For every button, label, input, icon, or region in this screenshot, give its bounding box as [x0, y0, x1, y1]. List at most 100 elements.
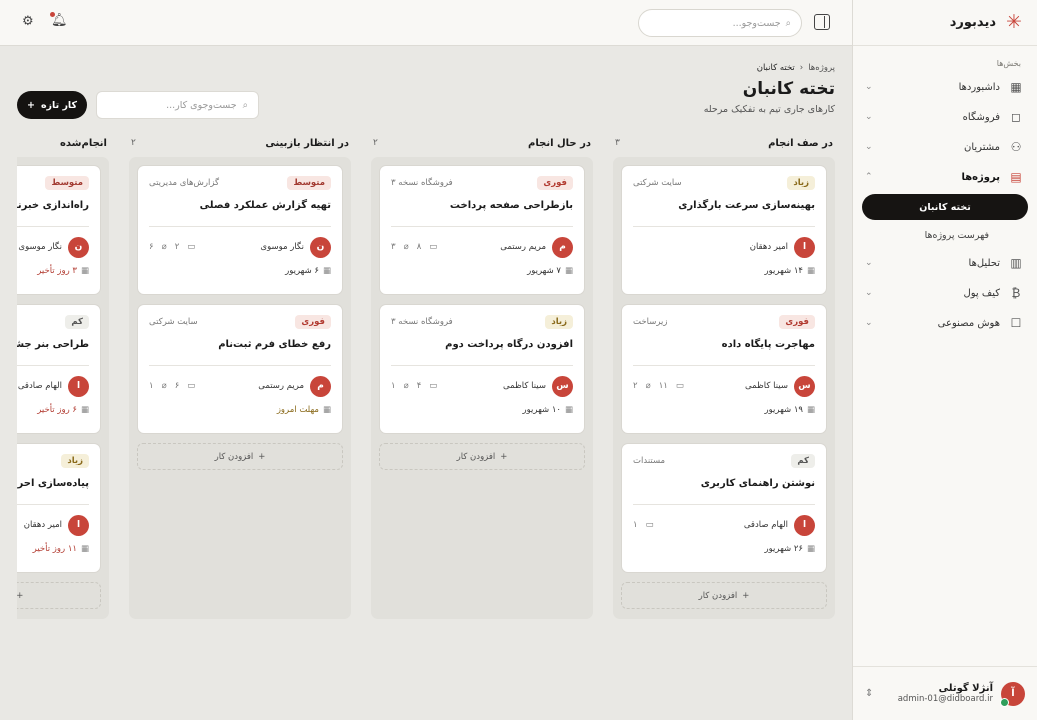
task-search-input[interactable]: ⌕ جست‌وجوی کار...: [96, 91, 259, 119]
due-date: ▦ ۱۹ شهریور: [633, 405, 815, 415]
avatar: س: [552, 375, 573, 397]
card-people: م مریم رستمی ▭ ۶ ⌀ ۱: [149, 375, 331, 397]
breadcrumb-projects[interactable]: پروژه‌ها: [808, 63, 835, 73]
priority-badge: زیاد: [545, 315, 573, 329]
due-date: ▦ ۱۱ روز تأخیر: [17, 544, 89, 554]
card-header: زیاد فروشگاه نسخه ۳: [391, 314, 573, 330]
sidebar-subitem-kanban[interactable]: تخته کانبان: [862, 194, 1028, 220]
sidebar-item-customers[interactable]: ⚇ مشتریان ⌄: [853, 132, 1037, 162]
avatar: ا: [68, 375, 89, 397]
card-header: فوری سایت شرکتی: [149, 314, 331, 330]
sidebar-subitem-project-list[interactable]: فهرست پروژه‌ها: [853, 222, 1037, 248]
search-placeholder: جست‌وجوی کار...: [166, 99, 237, 111]
add-task-button[interactable]: +افزودن کار: [17, 582, 101, 609]
sidebar-item-ai[interactable]: ☐ هوش مصنوعی ⌄: [853, 308, 1037, 338]
user-menu[interactable]: آ آنژلا گوتلی admin-01@didboard.ir ⇕: [853, 666, 1037, 720]
column-body: زیاد سایت شرکتی بهینه‌سازی سرعت بارگذاری…: [613, 157, 835, 619]
assignee-name: امیر دهقان: [23, 520, 62, 530]
task-card[interactable]: فوری سایت شرکتی رفع خطای فرم ثبت‌نام م م…: [137, 304, 343, 434]
task-card[interactable]: زیاد سایت شرکتی بهینه‌سازی سرعت بارگذاری…: [621, 165, 827, 295]
add-task-button[interactable]: +افزودن کار: [621, 582, 827, 609]
avatar: ا: [794, 236, 815, 258]
divider: [633, 226, 815, 227]
attachment-count: ۱: [391, 381, 396, 391]
task-card[interactable]: زیاد فروشگاه نسخه ۳ افزودن درگاه پرداخت …: [379, 304, 585, 434]
assignee-name: الهام صادقی: [17, 381, 62, 391]
card-header: زیاد: [17, 453, 89, 469]
sidebar-item-shop[interactable]: ◻ فروشگاه ⌄: [853, 102, 1037, 132]
new-task-label: کار تازه: [40, 99, 78, 111]
assignee: س سینا کاظمی: [503, 375, 573, 397]
attachment-count: ۲: [633, 381, 638, 391]
task-card[interactable]: کم طراحی بنر جشنواره ا الهام صادقی ▦ ۶ ر…: [17, 304, 101, 434]
kanban-board: در صف انجام ۳ زیاد سایت شرکتی بهینه‌سازی…: [17, 134, 835, 619]
due-date: ▦ ۱۰ شهریور: [391, 405, 573, 415]
column-header: انجام‌شده: [17, 134, 109, 152]
sidebar-item-label: کیف پول: [963, 287, 1000, 299]
project-name: گزارش‌های مدیریتی: [149, 178, 220, 188]
calendar-icon: ▦: [80, 405, 89, 415]
comment-icon: ▭: [675, 381, 684, 391]
due-date-text: ۶ روز تأخیر: [37, 405, 77, 415]
divider: [149, 226, 331, 227]
kanban-column: در صف انجام ۳ زیاد سایت شرکتی بهینه‌سازی…: [613, 134, 835, 619]
sidebar-item-analytics[interactable]: ▥ تحلیل‌ها ⌄: [853, 248, 1037, 278]
column-count: ۲: [373, 138, 378, 148]
topbar: ⌕ جست‌وجو... 🔔︎ ⚙: [0, 0, 852, 46]
comment-icon: ▭: [429, 381, 438, 391]
task-card[interactable]: متوسط راه‌اندازی خبرنامه ایمیلی ن نگار م…: [17, 165, 101, 295]
task-card[interactable]: فوری زیرساخت مهاجرت پایگاه داده س سینا ک…: [621, 304, 827, 434]
task-title: پیاده‌سازی احراز هویت: [17, 478, 89, 489]
breadcrumb: پروژه‌ها ‹ تخته کانبان: [757, 63, 835, 73]
assignee-name: الهام صادقی: [743, 520, 788, 530]
task-card[interactable]: متوسط گزارش‌های مدیریتی تهیه گزارش عملکر…: [137, 165, 343, 295]
calendar-icon: ▦: [564, 266, 573, 276]
plus-icon: +: [258, 451, 266, 462]
card-meta: ▭ ۶ ⌀ ۱: [149, 381, 195, 391]
task-card[interactable]: زیاد پیاده‌سازی احراز هویت ا امیر دهقان …: [17, 443, 101, 573]
sidebar-item-label: پروژه‌ها: [961, 171, 1000, 183]
bell-icon[interactable]: 🔔︎: [50, 12, 68, 28]
global-search-input[interactable]: ⌕ جست‌وجو...: [638, 9, 802, 37]
due-date-text: ۶ شهریور: [285, 266, 319, 276]
kanban-icon: ▤: [1010, 170, 1022, 184]
assignee-name: مریم رستمی: [500, 242, 546, 252]
user-name: آنژلا گوتلی: [938, 683, 993, 694]
column-header: در حال انجام ۲: [371, 134, 593, 152]
divider: [17, 504, 89, 505]
avatar: ن: [310, 236, 331, 258]
brand[interactable]: ✳ دیدبورد: [853, 0, 1037, 46]
column-body: فوری فروشگاه نسخه ۳ بازطراحی صفحه پرداخت…: [371, 157, 593, 619]
sidebar-item-wallet[interactable]: ₿ کیف پول ⌄: [853, 278, 1037, 308]
divider: [17, 365, 89, 366]
bag-icon: ◻: [1011, 110, 1021, 124]
task-title: طراحی بنر جشنواره: [17, 339, 89, 350]
paperclip-icon: ⌀: [161, 381, 167, 391]
kanban-column: در انتظار بازبینی ۲ متوسط گزارش‌های مدیر…: [129, 134, 351, 619]
add-task-button[interactable]: +افزودن کار: [137, 443, 343, 470]
card-meta: ▭ ۲ ⌀ ۶: [149, 242, 195, 252]
sidebar-toggle-icon[interactable]: [814, 14, 830, 30]
task-card[interactable]: فوری فروشگاه نسخه ۳ بازطراحی صفحه پرداخت…: [379, 165, 585, 295]
assignee-name: نگار موسوی: [18, 242, 62, 252]
due-date: ▦ ۷ شهریور: [391, 266, 573, 276]
chevron-down-icon: ⌄: [865, 112, 873, 122]
comment-icon: ▭: [187, 242, 196, 252]
attachment-count: ۶: [149, 242, 154, 252]
add-task-button[interactable]: +افزودن کار: [379, 443, 585, 470]
calendar-icon: ▦: [564, 405, 573, 415]
new-task-button[interactable]: کار تازه +: [17, 91, 87, 119]
due-date-text: ۱۴ شهریور: [764, 266, 803, 276]
calendar-icon: ▦: [322, 405, 331, 415]
assignee-name: امیر دهقان: [749, 242, 788, 252]
task-title: تهیه گزارش عملکرد فصلی: [199, 200, 331, 211]
sliders-icon[interactable]: ⚙: [22, 14, 34, 29]
task-card[interactable]: کم مستندات نوشتن راهنمای کاربری ا الهام …: [621, 443, 827, 573]
card-meta: ▭ ۱۱ ⌀ ۲: [633, 381, 684, 391]
assignee-name: سینا کاظمی: [503, 381, 546, 391]
sidebar-item-projects[interactable]: ▤ پروژه‌ها ⌃: [853, 162, 1037, 192]
project-name: فروشگاه نسخه ۳: [391, 317, 453, 327]
sidebar-item-dashboards[interactable]: ▦ داشبوردها ⌄: [853, 72, 1037, 102]
add-task-label: افزودن کار: [698, 590, 738, 601]
asterisk-logo-icon: ✳: [1006, 11, 1022, 33]
